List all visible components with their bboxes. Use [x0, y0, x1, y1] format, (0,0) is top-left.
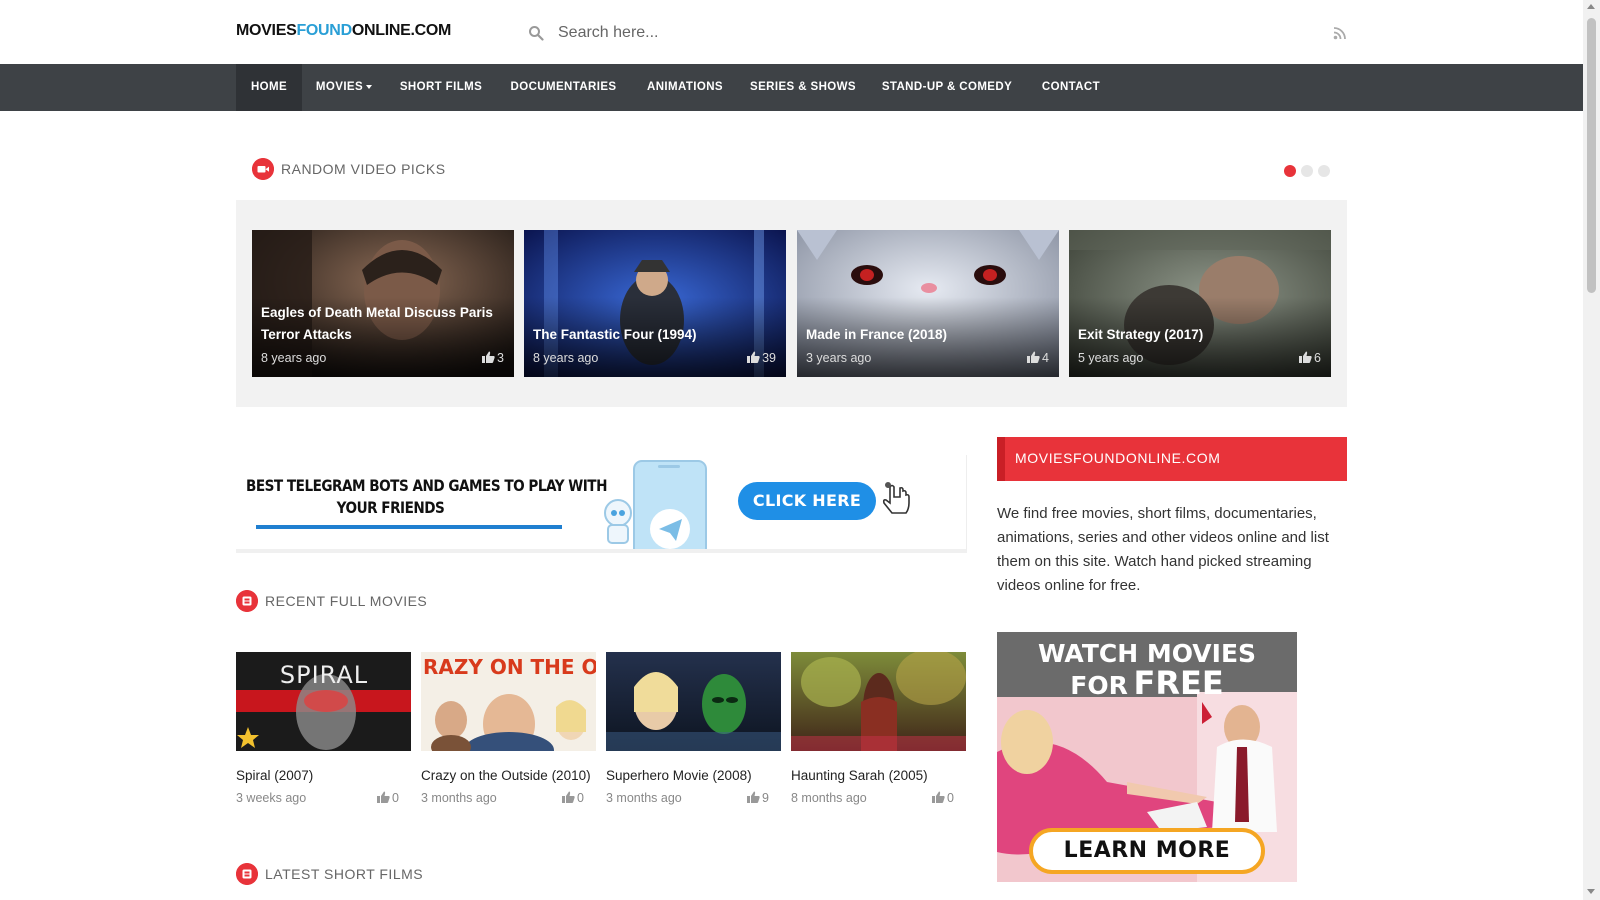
thumbs-up-icon: [932, 791, 945, 803]
movie-card[interactable]: RAZY ON THE OUTSID Crazy on the Outside …: [421, 652, 596, 807]
video-camera-icon: [252, 158, 274, 180]
like-count: 3: [482, 351, 504, 365]
movie-card[interactable]: SPIRAL Spiral (2007) 3 weeks ago 0: [236, 652, 411, 807]
nav-short-films[interactable]: SHORT FILMS: [390, 64, 492, 111]
video-date: 8 years ago: [533, 351, 599, 365]
search-icon[interactable]: [528, 25, 544, 41]
thumbs-up-icon: [1027, 351, 1040, 363]
ad-headline-2: FOR FREE: [1070, 664, 1224, 702]
movie-meta: 8 months ago 0: [791, 791, 966, 807]
section-title: RECENT FULL MOVIES: [265, 593, 428, 609]
click-here-button[interactable]: CLICK HERE: [738, 482, 876, 520]
movie-date: 8 months ago: [791, 791, 867, 805]
section-title: LATEST SHORT FILMS: [265, 866, 424, 882]
carousel-dot-1[interactable]: [1284, 165, 1296, 177]
nav-movies[interactable]: MOVIES: [302, 64, 386, 111]
banner-underline: [256, 525, 562, 529]
carousel-dot-2[interactable]: [1301, 165, 1313, 177]
video-date: 8 years ago: [261, 351, 327, 365]
telegram-banner-ad[interactable]: BEST TELEGRAM BOTS AND GAMES TO PLAY WIT…: [236, 455, 967, 553]
carousel-pagination: [1284, 165, 1344, 177]
thumbs-up-icon: [377, 791, 390, 803]
video-card[interactable]: Made in France (2018) 3 years ago 4: [797, 230, 1059, 377]
movie-title[interactable]: Spiral (2007): [236, 768, 411, 783]
movie-card[interactable]: Haunting Sarah (2005) 8 months ago 0: [791, 652, 966, 807]
movie-meta: 3 months ago 9: [606, 791, 781, 807]
movie-date: 3 months ago: [421, 791, 497, 805]
nav-home[interactable]: HOME: [236, 64, 302, 111]
like-count: 9: [747, 791, 769, 805]
video-title[interactable]: Eagles of Death Metal Discuss Paris Terr…: [261, 302, 501, 346]
movie-title[interactable]: Crazy on the Outside (2010): [421, 768, 596, 783]
rss-icon[interactable]: [1333, 26, 1347, 40]
video-date: 5 years ago: [1078, 351, 1144, 365]
chevron-down-icon: [366, 84, 373, 89]
nav-standup-comedy[interactable]: STAND-UP & COMEDY: [872, 64, 1022, 111]
film-icon: [236, 590, 258, 612]
like-count: 39: [747, 351, 776, 365]
like-count: 0: [932, 791, 954, 805]
like-count: 0: [562, 791, 584, 805]
scroll-down-arrow-icon[interactable]: [1587, 889, 1595, 894]
phone-telegram-icon: [604, 460, 707, 549]
random-picks-carousel: Eagles of Death Metal Discuss Paris Terr…: [236, 200, 1347, 407]
film-icon: [236, 863, 258, 885]
sidebar-description: We find free movies, short films, docume…: [997, 505, 1329, 594]
section-title: RANDOM VIDEO PICKS: [281, 161, 446, 177]
watch-movies-ad[interactable]: WATCH MOVIES FOR FREE LEARN MORE: [997, 632, 1297, 882]
video-title[interactable]: The Fantastic Four (1994): [533, 324, 773, 346]
movie-poster[interactable]: SPIRAL: [236, 652, 411, 751]
scrollbar-thumb[interactable]: [1587, 18, 1596, 293]
thumbs-up-icon: [482, 351, 495, 363]
site-logo[interactable]: MOVIESFOUNDONLINE.COM: [236, 22, 451, 40]
search-bar: [528, 20, 1028, 46]
movie-poster[interactable]: RAZY ON THE OUTSID: [421, 652, 596, 751]
sidebar-heading: MOVIESFOUNDONLINE.COM: [997, 437, 1347, 481]
video-title[interactable]: Made in France (2018): [806, 324, 1046, 346]
movie-card[interactable]: Superhero Movie (2008) 3 months ago 9: [606, 652, 781, 807]
main-nav: HOME MOVIES SHORT FILMS DOCUMENTARIES AN…: [0, 64, 1583, 111]
video-title[interactable]: Exit Strategy (2017): [1078, 324, 1318, 346]
recent-movies-header: RECENT FULL MOVIES: [236, 590, 486, 614]
movie-title[interactable]: Haunting Sarah (2005): [791, 768, 966, 783]
like-count: 6: [1299, 351, 1321, 365]
movie-poster[interactable]: [606, 652, 781, 751]
learn-more-button[interactable]: LEARN MORE: [1029, 828, 1265, 874]
nav-series-shows[interactable]: SERIES & SHOWS: [744, 64, 862, 111]
like-count: 0: [377, 791, 399, 805]
site-header: MOVIESFOUNDONLINE.COM: [0, 0, 1583, 64]
movie-poster[interactable]: [791, 652, 966, 751]
thumbs-up-icon: [1299, 351, 1312, 363]
banner-title: BEST TELEGRAM BOTS AND GAMES TO PLAY WIT…: [246, 476, 607, 517]
nav-documentaries[interactable]: DOCUMENTARIES: [500, 64, 627, 111]
pointer-hand-icon: [882, 482, 910, 514]
svg-text:SPIRAL: SPIRAL: [280, 661, 368, 689]
page-scrollbar[interactable]: [1583, 0, 1600, 900]
movie-date: 3 weeks ago: [236, 791, 307, 805]
video-card[interactable]: Exit Strategy (2017) 5 years ago 6: [1069, 230, 1331, 377]
nav-animations[interactable]: ANIMATIONS: [635, 64, 735, 111]
random-picks-header: RANDOM VIDEO PICKS: [252, 158, 502, 182]
scroll-up-arrow-icon[interactable]: [1587, 4, 1595, 9]
movie-date: 3 months ago: [606, 791, 682, 805]
movie-meta: 3 months ago 0: [421, 791, 596, 807]
video-date: 3 years ago: [806, 351, 872, 365]
thumbs-up-icon: [747, 351, 760, 363]
video-card[interactable]: Eagles of Death Metal Discuss Paris Terr…: [252, 230, 514, 377]
movie-meta: 3 weeks ago 0: [236, 791, 411, 807]
latest-shorts-header: LATEST SHORT FILMS: [236, 863, 486, 887]
thumbs-up-icon: [747, 791, 760, 803]
movie-title[interactable]: Superhero Movie (2008): [606, 768, 781, 783]
svg-text:RAZY ON THE OUTSID: RAZY ON THE OUTSID: [423, 655, 596, 679]
video-card[interactable]: The Fantastic Four (1994) 8 years ago 39: [524, 230, 786, 377]
thumbs-up-icon: [562, 791, 575, 803]
search-input[interactable]: [558, 20, 998, 46]
nav-contact[interactable]: CONTACT: [1034, 64, 1108, 111]
like-count: 4: [1027, 351, 1049, 365]
carousel-dot-3[interactable]: [1318, 165, 1330, 177]
